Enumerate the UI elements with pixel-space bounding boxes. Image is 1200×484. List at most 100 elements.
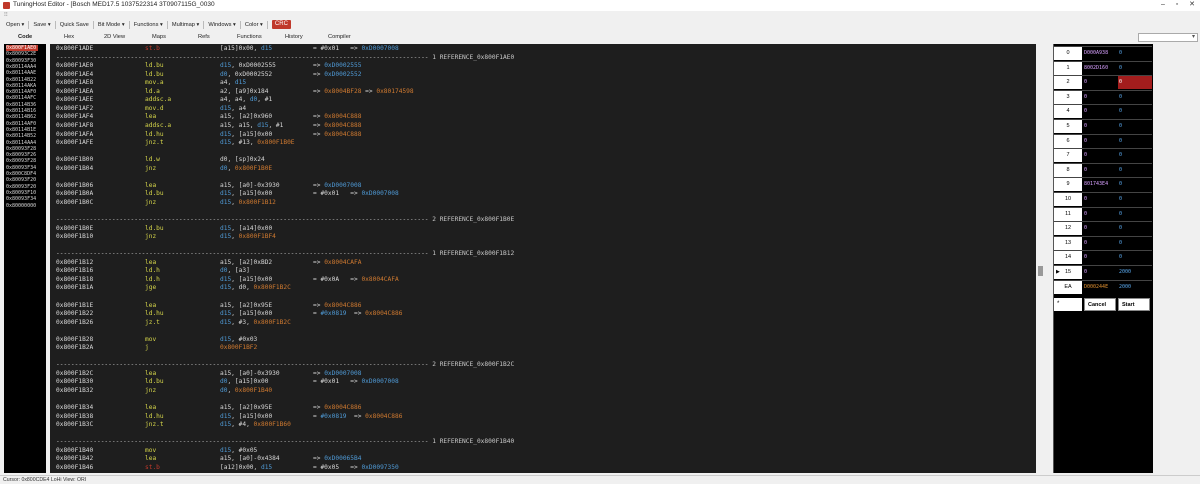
- code-line[interactable]: 0x800F1B16 ld.h d0, [a3]: [50, 267, 1036, 275]
- register-address-value[interactable]: 0: [1083, 222, 1117, 235]
- register-data-value[interactable]: 0: [1118, 251, 1152, 264]
- command-input[interactable]: *: [1054, 298, 1082, 312]
- register-data-value[interactable]: 0: [1118, 62, 1152, 75]
- menu-item-5[interactable]: Multimap ▾: [172, 22, 200, 28]
- code-line[interactable]: 0x800F1AF4 lea a15, [a2]0x960 => 0x8004C888: [50, 113, 1036, 121]
- code-line[interactable]: [50, 293, 1036, 301]
- code-line[interactable]: 0x800F1AFE jnz.t d15, #13, 0x800F1B0E: [50, 139, 1036, 147]
- crc-button[interactable]: CRC: [271, 20, 291, 29]
- register-data-value[interactable]: 0: [1118, 135, 1152, 148]
- register-address-value[interactable]: 0: [1083, 149, 1117, 162]
- code-line[interactable]: 0x800F1B38 ld.hu d15, [a15]0x00 = #0x0819 =…: [50, 413, 1036, 421]
- code-line[interactable]: 0x800F1B42 lea a15, [a0]-0x4384 => 0xD00065…: [50, 455, 1036, 463]
- register-address-value[interactable]: 0: [1083, 91, 1117, 104]
- code-line[interactable]: 0x800F1B34 lea a15, [a2]0x95E => 0x8004C886: [50, 404, 1036, 412]
- menu-item-2[interactable]: Quick Save: [60, 22, 89, 28]
- tab-2d-view[interactable]: 2D View: [104, 34, 125, 40]
- tab-compiler[interactable]: Compiler: [328, 34, 351, 40]
- code-line[interactable]: ----------------------------------------…: [50, 54, 1036, 62]
- code-line[interactable]: 0x800F1ADE st.b [a15]0x00, d15 = #0x01 => 0…: [50, 45, 1036, 53]
- register-address-value[interactable]: 0: [1083, 237, 1117, 250]
- address-list-item[interactable]: 0x80114AA4: [6, 64, 36, 70]
- register-data-value[interactable]: 0: [1118, 164, 1152, 177]
- register-data-value[interactable]: 0: [1118, 105, 1152, 118]
- chevron-down-icon[interactable]: ▾: [1192, 33, 1195, 40]
- register-data-value[interactable]: 0: [1118, 178, 1152, 191]
- code-line[interactable]: 0x800F1AFA ld.hu d15, [a15]0x00 => 0x8004C8…: [50, 131, 1036, 139]
- code-line[interactable]: 0x800F1B40 mov d15, #0x05: [50, 447, 1036, 455]
- address-list-item[interactable]: 0x80114B16: [6, 108, 36, 114]
- code-line[interactable]: 0x800F1AEE addsc.a a4, a4, d0, #1: [50, 96, 1036, 104]
- address-list-item[interactable]: 0x80000000: [6, 203, 36, 209]
- register-address-value[interactable]: 0: [1083, 120, 1117, 133]
- address-list-item[interactable]: 0x80093F20: [6, 177, 36, 183]
- code-line[interactable]: 0x800F1AE0 ld.bu d15, 0xD0002555 => 0xD0002…: [50, 62, 1036, 70]
- code-line[interactable]: 0x800F1B1E lea a15, [a2]0x95E => 0x8004C886: [50, 302, 1036, 310]
- code-line[interactable]: 0x800F1AEA ld.a a2, [a9]0x184 => 0x8004BF28…: [50, 88, 1036, 96]
- address-list-item[interactable]: 0x80093F34: [6, 165, 36, 171]
- scrollbar-thumb[interactable]: [1038, 266, 1043, 276]
- address-list-item[interactable]: 0x80093F10: [6, 190, 36, 196]
- minimize-button[interactable]: –: [1156, 0, 1170, 11]
- start-button[interactable]: Start: [1118, 298, 1150, 312]
- register-address-value[interactable]: D000A938: [1083, 47, 1117, 60]
- address-list-item[interactable]: 0x80114AAE: [6, 70, 36, 76]
- code-scrollbar[interactable]: [1036, 44, 1044, 473]
- menu-item-6[interactable]: Windows ▾: [208, 22, 236, 28]
- register-address-value[interactable]: 0: [1083, 164, 1117, 177]
- register-address-value[interactable]: 0: [1083, 76, 1117, 89]
- register-data-value[interactable]: 0: [1118, 120, 1152, 133]
- code-line[interactable]: 0x800F1B32 jnz d0, 0x800F1B40: [50, 387, 1036, 395]
- code-line[interactable]: ----------------------------------------…: [50, 250, 1036, 258]
- address-list-item[interactable]: 0x80114B52: [6, 133, 36, 139]
- address-list-item[interactable]: 0x800F1AE0: [6, 45, 39, 51]
- code-line[interactable]: 0x800F1B12 lea a15, [a2]0xBD2 => 0x8004CAFA: [50, 259, 1036, 267]
- register-data-value[interactable]: 2000: [1118, 266, 1152, 279]
- register-address-value[interactable]: 0: [1083, 193, 1117, 206]
- register-data-value[interactable]: 2000: [1118, 281, 1152, 294]
- register-data-value[interactable]: 0: [1118, 149, 1152, 162]
- code-line[interactable]: 0x800F1B3C jnz.t d15, #4, 0x800F1B60: [50, 421, 1036, 429]
- code-line[interactable]: [50, 148, 1036, 156]
- register-data-value[interactable]: 0: [1118, 76, 1152, 90]
- code-line[interactable]: ----------------------------------------…: [50, 361, 1036, 369]
- address-list-item[interactable]: 0x80093C2E: [6, 51, 36, 57]
- tab-history[interactable]: History: [285, 34, 303, 40]
- menu-item-1[interactable]: Save ▾: [33, 22, 50, 28]
- code-line[interactable]: 0x800F1B46 st.b [a12]0x00, d15 = #0x05 => 0…: [50, 464, 1036, 472]
- code-line[interactable]: [50, 353, 1036, 361]
- tab-code[interactable]: Code: [18, 34, 32, 40]
- address-list-item[interactable]: 0x800C8DF4: [6, 171, 36, 177]
- tab-hex[interactable]: Hex: [64, 34, 74, 40]
- code-line[interactable]: 0x800F1B28 mov d15, #0x03: [50, 336, 1036, 344]
- panel-splitter[interactable]: [1044, 44, 1053, 473]
- address-list-item[interactable]: 0x80093F28: [6, 146, 36, 152]
- tab-refs[interactable]: Refs: [198, 34, 210, 40]
- register-data-value[interactable]: 0: [1118, 208, 1152, 221]
- address-list-item[interactable]: 0x80114AKA: [6, 83, 36, 89]
- address-list-item[interactable]: 0x80114AA4: [6, 140, 36, 146]
- address-list-item[interactable]: 0x80114AF0: [6, 121, 36, 127]
- code-line[interactable]: ----------------------------------------…: [50, 216, 1036, 224]
- address-list-item[interactable]: 0x80114AF0: [6, 89, 36, 95]
- address-list-item[interactable]: 0x80093F30: [6, 58, 36, 64]
- code-line[interactable]: 0x800F1B1A jge d15, d0, 0x800F1B2C: [50, 284, 1036, 292]
- tab-functions[interactable]: Functions: [237, 34, 262, 40]
- code-line[interactable]: 0x800F1AE4 ld.bu d0, 0xD0002552 => 0xD00025…: [50, 71, 1036, 79]
- register-address-value[interactable]: 8002D160: [1083, 62, 1117, 75]
- register-data-value[interactable]: 0: [1118, 237, 1152, 250]
- code-line[interactable]: [50, 207, 1036, 215]
- code-line[interactable]: 0x800F1B2C lea a15, [a0]-0x3930 => 0xD00070…: [50, 370, 1036, 378]
- code-line[interactable]: [50, 242, 1036, 250]
- menu-item-4[interactable]: Functions ▾: [134, 22, 163, 28]
- address-list-item[interactable]: 0x80114AFC: [6, 95, 36, 101]
- register-data-value[interactable]: 0: [1118, 222, 1152, 235]
- close-button[interactable]: ✕: [1185, 0, 1199, 11]
- code-line[interactable]: ----------------------------------------…: [50, 438, 1036, 446]
- address-list-item[interactable]: 0x80093F20: [6, 184, 36, 190]
- code-line[interactable]: 0x800F1B22 ld.hu d15, [a15]0x00 = #0x0819 =…: [50, 310, 1036, 318]
- address-list-item[interactable]: 0x80093F34: [6, 196, 36, 202]
- code-line[interactable]: 0x800F1AF2 mov.d d15, a4: [50, 105, 1036, 113]
- tab-maps[interactable]: Maps: [152, 34, 166, 40]
- menu-item-7[interactable]: Color ▾: [245, 22, 263, 28]
